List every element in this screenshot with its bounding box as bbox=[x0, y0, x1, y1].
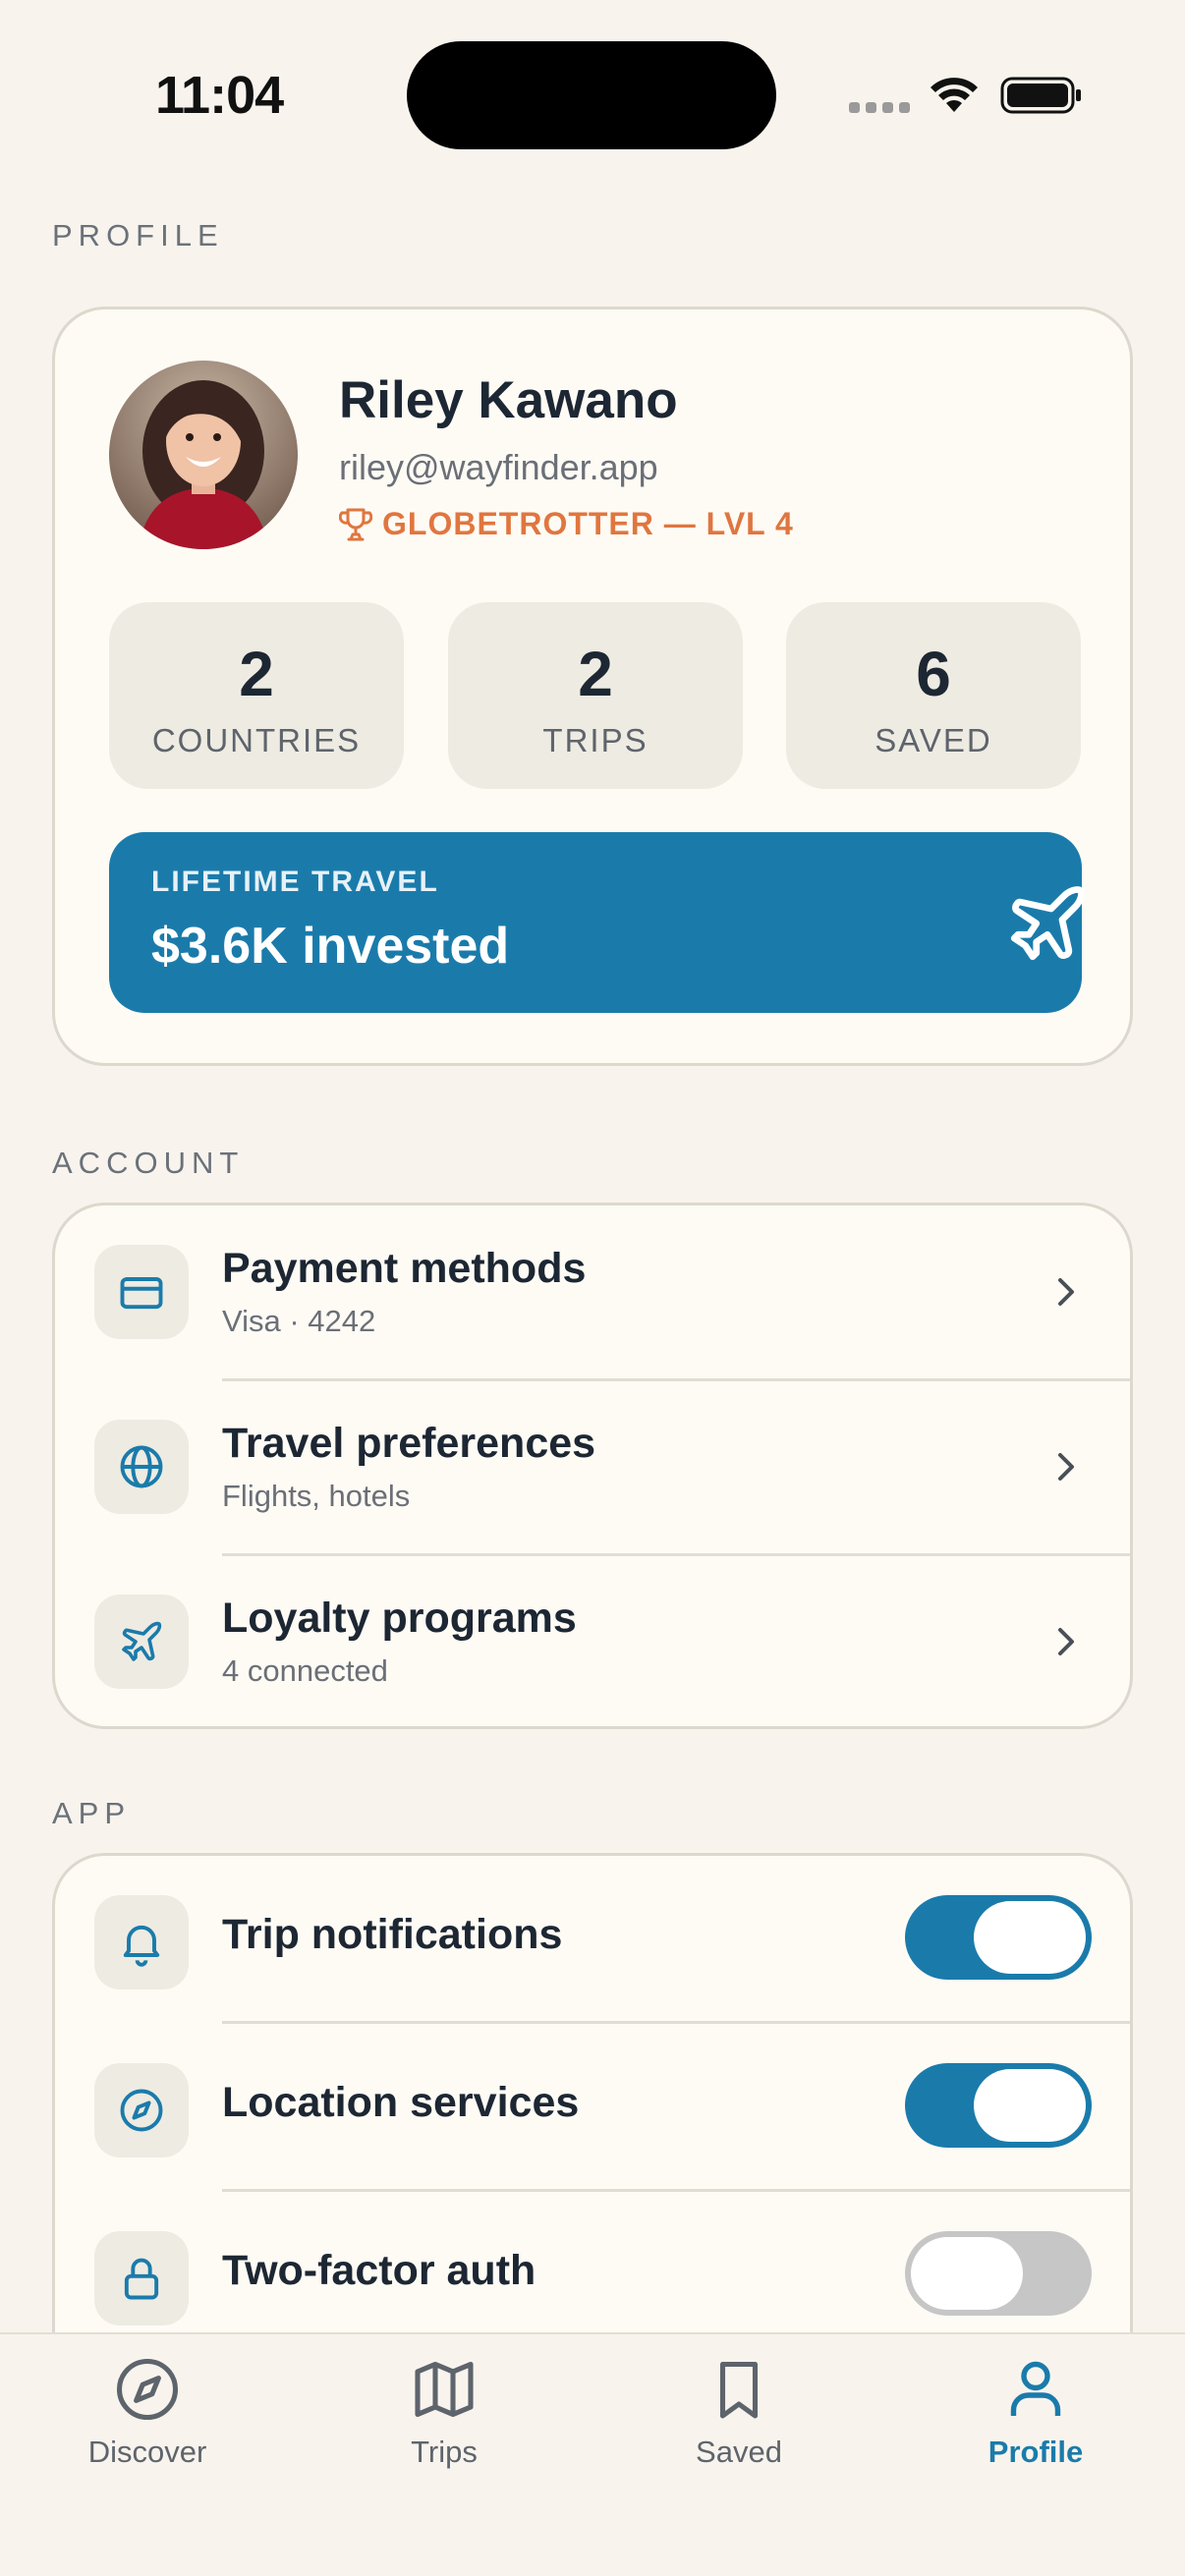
toggle-knob bbox=[911, 2237, 1023, 2310]
stat-label: TRIPS bbox=[542, 722, 649, 758]
row-icon-container bbox=[94, 2063, 189, 2157]
stat-countries[interactable]: 2 COUNTRIES bbox=[109, 602, 404, 789]
row-icon-container bbox=[94, 1595, 189, 1689]
lifetime-value: $3.6K invested bbox=[151, 918, 510, 975]
toggle-knob bbox=[974, 2069, 1086, 2142]
stat-value: 2 bbox=[239, 639, 274, 709]
row-subtitle: 4 connected bbox=[222, 1653, 388, 1688]
tab-profile[interactable]: Profile bbox=[937, 2354, 1134, 2492]
trophy-icon bbox=[339, 508, 372, 540]
tab-label: Trips bbox=[411, 2435, 478, 2469]
account-card: Payment methods Visa · 4242 Travel prefe… bbox=[52, 1203, 1133, 1729]
lock-icon bbox=[124, 2258, 159, 2300]
wifi-icon bbox=[931, 78, 978, 112]
status-bar: 11:04 bbox=[0, 0, 1185, 187]
person-icon bbox=[1010, 2361, 1061, 2416]
profile-card: Riley Kawano riley@wayfinder.app GLOBETR… bbox=[52, 307, 1133, 1066]
stat-label: SAVED bbox=[875, 722, 992, 758]
lifetime-travel-banner[interactable]: LIFETIME TRAVEL $3.6K invested bbox=[109, 832, 1085, 1013]
bookmark-icon bbox=[719, 2361, 759, 2419]
tab-label: Discover bbox=[87, 2435, 207, 2469]
row-title: Trip notifications bbox=[222, 1911, 563, 1958]
plane-icon bbox=[1010, 886, 1085, 961]
row-title: Travel preferences bbox=[222, 1420, 596, 1467]
stat-value: 2 bbox=[578, 639, 613, 709]
dynamic-island bbox=[407, 41, 776, 149]
profile-email: riley@wayfinder.app bbox=[339, 447, 658, 487]
row-icon-container bbox=[94, 1420, 189, 1514]
row-icon-container bbox=[94, 1245, 189, 1339]
credit-card-icon bbox=[120, 1277, 163, 1310]
account-item-travel-preferences[interactable]: Travel preferences Flights, hotels bbox=[55, 1380, 1130, 1555]
compass-icon bbox=[120, 2089, 163, 2132]
stat-trips[interactable]: 2 TRIPS bbox=[448, 602, 743, 789]
row-icon-container bbox=[94, 1895, 189, 1989]
row-subtitle: Flights, hotels bbox=[222, 1479, 411, 1513]
chevron-right-icon bbox=[1058, 1278, 1074, 1306]
plane-icon bbox=[122, 1621, 162, 1661]
battery-icon bbox=[1000, 77, 1081, 114]
row-title: Location services bbox=[222, 2079, 580, 2126]
status-time: 11:04 bbox=[155, 66, 284, 125]
toggle-knob bbox=[974, 1901, 1086, 1974]
tab-saved[interactable]: Saved bbox=[641, 2354, 837, 2492]
bell-icon bbox=[123, 1925, 160, 1967]
stat-saved[interactable]: 6 SAVED bbox=[786, 602, 1081, 789]
tab-trips[interactable]: Trips bbox=[346, 2354, 542, 2492]
rank-text: GLOBETROTTER — LVL 4 bbox=[382, 506, 794, 541]
account-section-label: ACCOUNT bbox=[52, 1146, 245, 1180]
chevron-right-icon bbox=[1058, 1628, 1074, 1655]
app-item-location-services: Location services bbox=[55, 2024, 1130, 2191]
rank-badge: GLOBETROTTER — LVL 4 bbox=[339, 506, 794, 542]
row-title: Two-factor auth bbox=[222, 2247, 536, 2294]
tab-label: Profile bbox=[988, 2435, 1084, 2469]
globe-icon bbox=[120, 1445, 163, 1488]
profile-name: Riley Kawano bbox=[339, 371, 678, 429]
app-item-trip-notifications: Trip notifications bbox=[55, 1856, 1130, 2023]
stat-label: COUNTRIES bbox=[151, 722, 362, 758]
row-icon-container bbox=[94, 2231, 189, 2325]
app-section-label: APP bbox=[52, 1796, 132, 1830]
stat-value: 6 bbox=[916, 639, 951, 709]
location-services-toggle[interactable] bbox=[905, 2063, 1092, 2148]
two-factor-auth-toggle[interactable] bbox=[905, 2231, 1092, 2316]
chevron-right-icon bbox=[1058, 1453, 1074, 1481]
compass-icon bbox=[116, 2358, 179, 2421]
tab-discover[interactable]: Discover bbox=[49, 2354, 246, 2492]
row-subtitle: Visa · 4242 bbox=[222, 1304, 376, 1338]
account-item-loyalty-programs[interactable]: Loyalty programs 4 connected bbox=[55, 1555, 1130, 1730]
row-title: Loyalty programs bbox=[222, 1595, 577, 1642]
row-title: Payment methods bbox=[222, 1245, 587, 1292]
map-icon bbox=[415, 2361, 474, 2418]
trip-notifications-toggle[interactable] bbox=[905, 1895, 1092, 1980]
profile-section-label: PROFILE bbox=[52, 218, 224, 252]
avatar[interactable] bbox=[109, 361, 298, 549]
tab-bar: Discover Trips Saved Profile bbox=[0, 2332, 1185, 2576]
lifetime-label: LIFETIME TRAVEL bbox=[151, 866, 439, 898]
cellular-signal-icon bbox=[849, 102, 910, 113]
tab-label: Saved bbox=[696, 2435, 782, 2469]
account-item-payment-methods[interactable]: Payment methods Visa · 4242 bbox=[55, 1205, 1130, 1380]
